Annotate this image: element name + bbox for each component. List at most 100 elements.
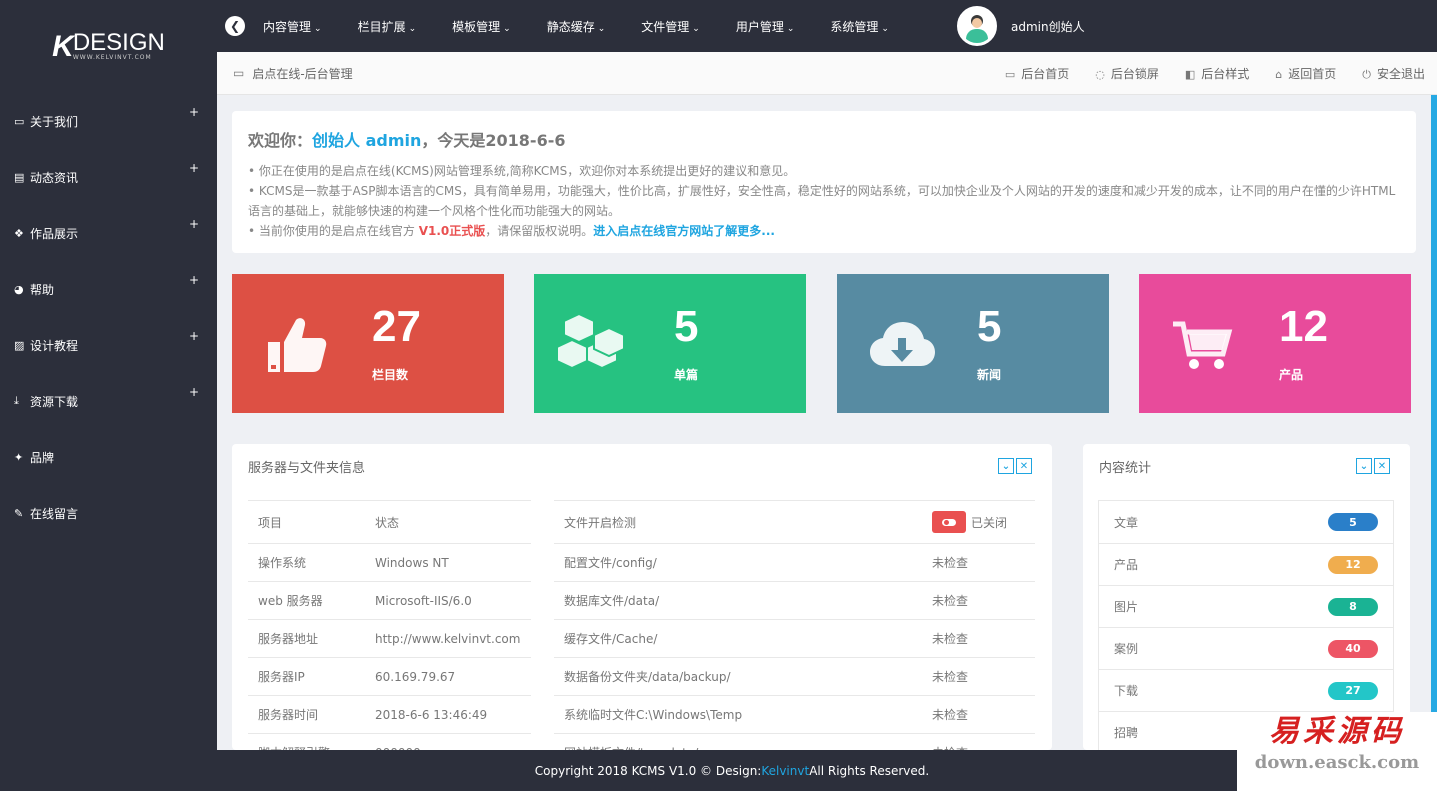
logo-subtext: WWW.KELVINVT.COM: [72, 54, 152, 61]
logo-text: DESIGN: [72, 29, 165, 56]
table-row: 服务器时间 2018-6-6 13:46:49: [248, 695, 531, 733]
sidebar-toggle-button[interactable]: ❮: [225, 16, 245, 36]
welcome-line-1: • 你正在使用的是启点在线(KCMS)网站管理系统,简称KCMS，欢迎你对本系统…: [248, 164, 796, 178]
stats-row[interactable]: 案例 40: [1099, 627, 1393, 669]
scrollbar[interactable]: [1431, 95, 1437, 750]
table-row: web 服务器 Microsoft-IIS/6.0: [248, 581, 531, 619]
close-icon[interactable]: ✕: [1016, 458, 1032, 474]
table-cell: 文件开启检测: [564, 515, 637, 530]
plus-icon: +: [188, 273, 199, 287]
user-menu[interactable]: admin创始人: [957, 6, 1085, 46]
designer-link[interactable]: Kelvinvt: [761, 764, 809, 778]
close-icon[interactable]: ✕: [1374, 458, 1390, 474]
users-icon: ✦: [14, 450, 24, 464]
top-menu-item[interactable]: 静态缓存 ⌄: [547, 18, 606, 35]
stats-row[interactable]: 文章 5: [1099, 501, 1393, 543]
edit-icon: ✎: [14, 506, 24, 520]
stat-card-columns[interactable]: 27 栏目数: [232, 274, 504, 413]
chevron-left-icon: ❮: [229, 19, 241, 33]
sidebar-item[interactable]: ▭ 关于我们 +: [0, 93, 217, 149]
sidebar-item[interactable]: ▤ 动态资讯 +: [0, 149, 217, 205]
monitor-icon: ▭: [233, 66, 245, 80]
stat-card-single[interactable]: 5 单篇: [534, 274, 806, 413]
official-site-link[interactable]: 进入启点在线官方网站了解更多...: [593, 224, 775, 238]
count-badge: 8: [1328, 597, 1378, 616]
power-icon: ⏻: [1362, 67, 1371, 81]
table-row: 数据库文件/data/未检查: [554, 581, 1035, 619]
sidebar-item-label: 品牌: [30, 450, 55, 465]
sidebar-item-label: 动态资讯: [30, 170, 79, 185]
header-link[interactable]: ⏻ 安全退出: [1362, 65, 1425, 82]
header-link[interactable]: ◌ 后台锁屏: [1095, 65, 1159, 82]
header-link-label: 返回首页: [1288, 66, 1337, 81]
menu-label: 文件管理: [641, 19, 690, 34]
top-menu-item[interactable]: 用户管理 ⌄: [736, 18, 795, 35]
table-cell: 60.169.79.67: [375, 669, 456, 684]
sidebar-item[interactable]: ⤓ 资源下载 +: [0, 373, 217, 429]
table-cell: 服务器时间: [258, 708, 319, 722]
menu-label: 模板管理: [452, 19, 501, 34]
collapse-icon[interactable]: ⌄: [1356, 458, 1372, 474]
rights-text: All Rights Reserved.: [809, 763, 930, 778]
table-cell: 缓存文件/Cache/: [564, 632, 658, 646]
top-menu-item[interactable]: 模板管理 ⌄: [452, 18, 511, 35]
top-navbar: ❮ 内容管理 ⌄ 栏目扩展 ⌄ 模板管理 ⌄ 静态缓存 ⌄ 文件管理 ⌄ 用户管理 ⌄ 系统管理 ⌄ ad…: [217, 0, 1437, 52]
header-link-label: 安全退出: [1376, 66, 1425, 81]
welcome-user: 创始人 admin: [312, 131, 422, 150]
sidebar: K DESIGN WWW.KELVINVT.COM ▭ 关于我们 + ▤ 动态资讯 + ❖ 作…: [0, 0, 217, 791]
chevron-down-icon: ⌄: [314, 23, 322, 34]
table-cell: 2018-6-6 13:46:49: [375, 707, 488, 722]
top-menu-item[interactable]: 栏目扩展 ⌄: [358, 18, 417, 35]
thumbs-up-icon: [268, 318, 327, 372]
table-cell: 服务器IP: [258, 670, 305, 684]
avatar[interactable]: [957, 6, 997, 46]
header-link[interactable]: ⌂ 返回首页: [1275, 65, 1336, 82]
stats-row[interactable]: 下载 27: [1099, 669, 1393, 711]
home-icon: ⌂: [1275, 67, 1283, 81]
stat-label: 栏目数: [372, 368, 409, 382]
sidebar-item-label: 设计教程: [30, 338, 79, 353]
menu-label: 用户管理: [735, 19, 784, 34]
sidebar-item[interactable]: ✎ 在线留言: [0, 485, 217, 541]
top-menu-item[interactable]: 文件管理 ⌄: [641, 18, 700, 35]
breadcrumb-text: 启点在线-后台管理: [252, 66, 353, 81]
stat-value: 12: [1279, 302, 1328, 351]
header-link[interactable]: ▭ 后台首页: [1005, 65, 1069, 82]
stats-row[interactable]: 产品 12: [1099, 543, 1393, 585]
breadcrumb: ▭ 启点在线-后台管理: [233, 65, 353, 82]
header-link-label: 后台首页: [1021, 66, 1070, 81]
count-badge: 5: [1328, 513, 1378, 531]
toggle-status: 已关闭: [971, 515, 1008, 530]
chevron-down-icon: ⌄: [692, 23, 700, 34]
watermark-url: down.easck.com: [1254, 752, 1420, 773]
collapse-icon[interactable]: ⌄: [998, 458, 1014, 474]
sidebar-item[interactable]: ❖ 作品展示 +: [0, 205, 217, 261]
table-row: 配置文件/config/未检查: [554, 543, 1035, 581]
header-link[interactable]: ◧ 后台样式: [1185, 65, 1249, 82]
logo[interactable]: K DESIGN WWW.KELVINVT.COM: [0, 0, 217, 93]
header-link-label: 后台样式: [1201, 66, 1250, 81]
sidebar-item-label: 关于我们: [30, 114, 79, 129]
toggle-switch[interactable]: [932, 511, 966, 533]
top-menu-item[interactable]: 系统管理 ⌄: [830, 18, 889, 35]
sidebar-item-label: 作品展示: [30, 226, 79, 241]
sidebar-item[interactable]: ✦ 品牌: [0, 429, 217, 485]
chevron-down-icon: ⌄: [881, 23, 889, 34]
panel-header: 内容统计 ⌄ ✕: [1083, 444, 1410, 490]
cart-icon: [1173, 321, 1233, 369]
sidebar-item[interactable]: ▨ 设计教程 +: [0, 317, 217, 373]
table-cell: 未检查: [932, 556, 969, 570]
stats-label: 图片: [1114, 600, 1139, 614]
stat-card-news[interactable]: 5 新闻: [837, 274, 1109, 413]
stats-row[interactable]: 图片 8: [1099, 585, 1393, 627]
user-name[interactable]: admin创始人: [1011, 18, 1085, 35]
cubes-icon: [556, 312, 625, 370]
folder-check-table: 文件开启检测 已关闭配置文件/config/未检查 数据库文件/data/未检查缓存…: [554, 500, 1035, 750]
watermark-title: 易采源码: [1269, 714, 1405, 749]
stat-card-products[interactable]: 12 产品: [1139, 274, 1411, 413]
sidebar-item[interactable]: ◕ 帮助 +: [0, 261, 217, 317]
header-link-label: 后台锁屏: [1110, 66, 1159, 81]
top-menu-item[interactable]: 内容管理 ⌄: [263, 18, 322, 35]
scrollbar-thumb[interactable]: [1431, 95, 1437, 745]
server-info-table: 项目 状态 操作系统 Windows NT web 服务器 Microsoft-IIS/6…: [248, 500, 531, 750]
